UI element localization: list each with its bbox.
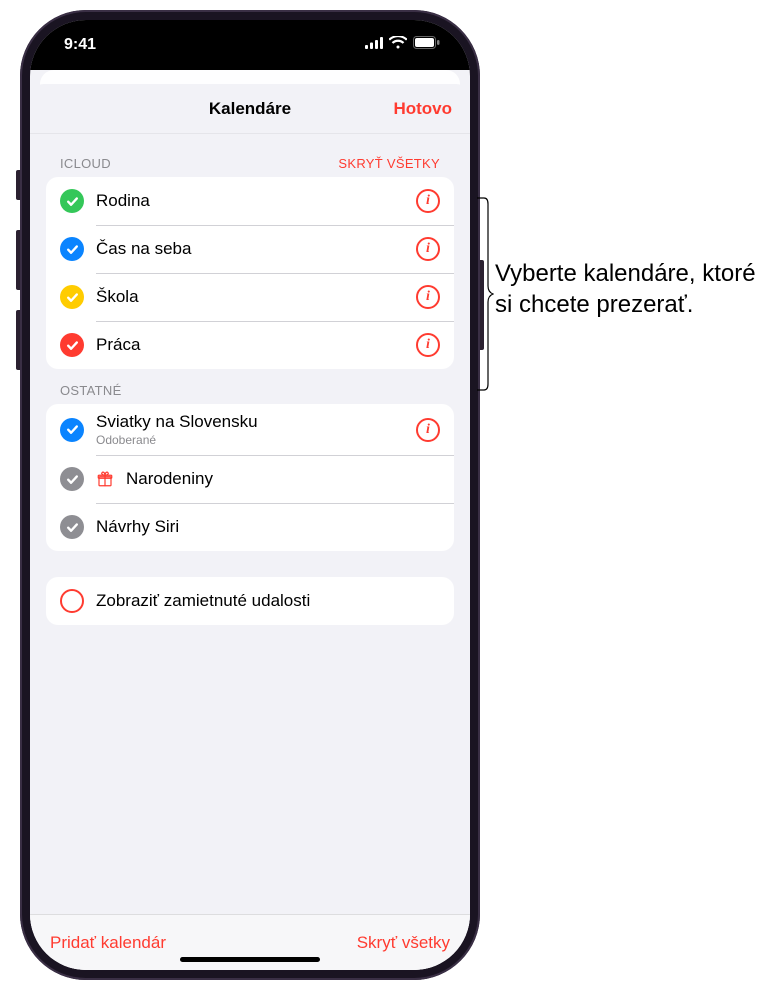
calendar-row-rodina[interactable]: Rodina i — [46, 177, 454, 225]
checkmark-icon — [60, 333, 84, 357]
info-icon[interactable]: i — [416, 418, 440, 442]
calendar-name: Narodeniny — [126, 469, 440, 489]
calendar-row-praca[interactable]: Práca i — [46, 321, 454, 369]
hide-all-button[interactable]: Skryť všetky — [357, 933, 450, 953]
annotation-text: Vyberte kalendáre, ktoré si chcete preze… — [495, 258, 775, 320]
done-button[interactable]: Hotovo — [393, 99, 452, 119]
home-indicator — [180, 957, 320, 962]
volume-down-button — [16, 310, 20, 370]
volume-up-button — [16, 230, 20, 290]
section-label: OSTATNÉ — [60, 383, 122, 398]
add-calendar-button[interactable]: Pridať kalendár — [50, 933, 166, 953]
checkmark-icon — [60, 515, 84, 539]
calendar-row-cas-na-seba[interactable]: Čas na seba i — [46, 225, 454, 273]
calendar-row-skola[interactable]: Škola i — [46, 273, 454, 321]
cellular-icon — [365, 36, 383, 54]
calendar-subtitle: Odoberané — [96, 433, 404, 447]
calendar-name: Škola — [96, 287, 404, 307]
annotation-bracket — [476, 196, 494, 392]
calendar-row-siri[interactable]: Návrhy Siri — [46, 503, 454, 551]
info-icon[interactable]: i — [416, 189, 440, 213]
unchecked-icon — [60, 589, 84, 613]
checkmark-icon — [60, 285, 84, 309]
section-header-other: OSTATNÉ — [46, 369, 454, 404]
side-switch — [16, 170, 20, 200]
checkmark-icon — [60, 189, 84, 213]
status-icons — [365, 36, 440, 54]
phone-frame: 9:41 Kalendáre Hotovo — [20, 10, 480, 980]
wifi-icon — [389, 36, 407, 54]
status-time: 9:41 — [64, 36, 96, 54]
checkmark-icon — [60, 418, 84, 442]
icloud-group: Rodina i Čas na seba i — [46, 177, 454, 369]
checkmark-icon — [60, 237, 84, 261]
declined-group: Zobraziť zamietnuté udalosti — [46, 577, 454, 625]
info-icon[interactable]: i — [416, 237, 440, 261]
calendar-name: Návrhy Siri — [96, 517, 440, 537]
calendar-name: Čas na seba — [96, 239, 404, 259]
row-label: Zobraziť zamietnuté udalosti — [96, 591, 440, 611]
calendar-name: Sviatky na Slovensku — [96, 412, 404, 432]
info-icon[interactable]: i — [416, 285, 440, 309]
section-label: ICLOUD — [60, 156, 111, 171]
calendar-row-holidays[interactable]: Sviatky na Slovensku Odoberané i — [46, 404, 454, 455]
calendars-sheet: Kalendáre Hotovo ICLOUD SKRYŤ VŠETKY Rod… — [30, 84, 470, 970]
checkmark-icon — [60, 467, 84, 491]
info-icon[interactable]: i — [416, 333, 440, 357]
sheet-header: Kalendáre Hotovo — [30, 84, 470, 134]
dynamic-island — [185, 34, 315, 70]
battery-icon — [413, 36, 440, 54]
section-header-icloud: ICLOUD SKRYŤ VŠETKY — [46, 142, 454, 177]
sheet-title: Kalendáre — [209, 99, 291, 119]
other-group: Sviatky na Slovensku Odoberané i Naroden… — [46, 404, 454, 551]
calendar-row-birthdays[interactable]: Narodeniny — [46, 455, 454, 503]
sheet-content: ICLOUD SKRYŤ VŠETKY Rodina i — [30, 134, 470, 914]
gift-icon — [96, 470, 114, 488]
screen: 9:41 Kalendáre Hotovo — [30, 20, 470, 970]
show-declined-row[interactable]: Zobraziť zamietnuté udalosti — [46, 577, 454, 625]
calendar-name: Rodina — [96, 191, 404, 211]
calendar-name: Práca — [96, 335, 404, 355]
hide-all-icloud-button[interactable]: SKRYŤ VŠETKY — [338, 156, 440, 171]
